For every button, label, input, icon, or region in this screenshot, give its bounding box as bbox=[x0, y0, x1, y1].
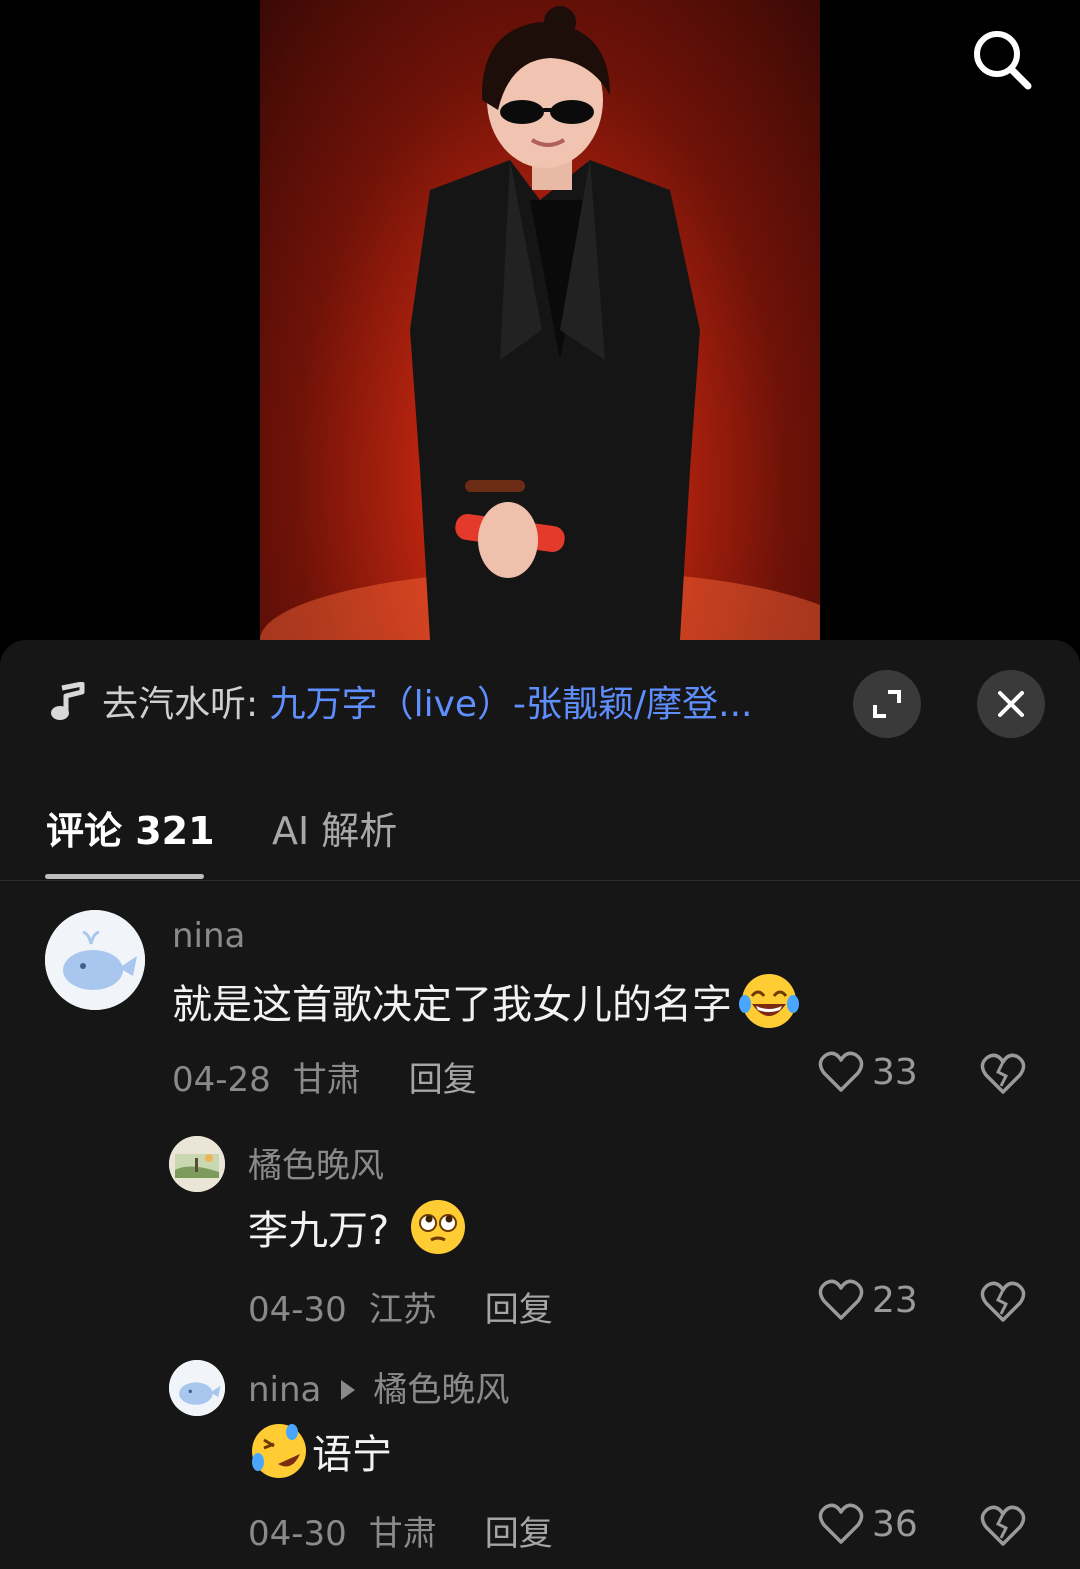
comment-text: 语宁 bbox=[248, 1416, 392, 1486]
comment-date: 04-30 bbox=[248, 1514, 347, 1554]
scenery-avatar-icon bbox=[169, 1136, 225, 1192]
broken-heart-icon bbox=[980, 1505, 1026, 1546]
comment-meta: 04-30 江苏 回复 bbox=[248, 1282, 575, 1331]
whale-avatar-icon bbox=[169, 1360, 225, 1416]
broken-heart-icon bbox=[980, 1281, 1026, 1322]
broken-heart-icon bbox=[980, 1053, 1026, 1094]
reply-button[interactable]: 回复 bbox=[485, 1514, 553, 1554]
music-prefix: 去汽水听: bbox=[102, 684, 270, 725]
heart-icon bbox=[818, 1503, 864, 1544]
reply-to-author[interactable]: 橘色晚风 bbox=[373, 1370, 509, 1410]
comment-date: 04-28 bbox=[172, 1060, 271, 1100]
comment-meta: 04-28 甘肃 回复 bbox=[172, 1052, 499, 1101]
like-button[interactable]: 36 bbox=[818, 1502, 918, 1546]
comment-item: nina 就是这首歌决定了我女儿的名字 04-28 甘肃 回复 33 bbox=[0, 902, 1080, 1112]
search-icon bbox=[974, 31, 1032, 90]
expand-button[interactable] bbox=[853, 670, 921, 738]
comment-text: 就是这首歌决定了我女儿的名字 bbox=[172, 966, 800, 1036]
avatar[interactable] bbox=[45, 910, 145, 1010]
heart-icon bbox=[818, 1051, 864, 1092]
comment-text: 李九万? bbox=[248, 1192, 469, 1262]
close-button[interactable] bbox=[977, 670, 1045, 738]
close-icon bbox=[998, 691, 1024, 717]
reply-to-arrow-icon bbox=[341, 1379, 356, 1400]
video-frame[interactable] bbox=[260, 0, 820, 640]
like-button[interactable]: 33 bbox=[818, 1050, 918, 1094]
comment-author[interactable]: nina bbox=[248, 1370, 321, 1410]
pleading-face-emoji-icon bbox=[411, 1200, 466, 1254]
video-player[interactable] bbox=[0, 0, 1080, 660]
comment-date: 04-30 bbox=[248, 1290, 347, 1330]
music-link-text[interactable]: 去汽水听: 九万字（live）-张靓颖/摩登... bbox=[102, 680, 822, 730]
whale-avatar-icon bbox=[45, 910, 145, 1010]
avatar[interactable] bbox=[169, 1360, 225, 1416]
comment-author[interactable]: 橘色晚风 bbox=[248, 1138, 384, 1187]
like-count: 23 bbox=[872, 1279, 918, 1321]
comment-text-content: 就是这首歌决定了我女儿的名字 bbox=[172, 982, 732, 1028]
like-count: 36 bbox=[872, 1503, 918, 1545]
comment-location: 甘肃 bbox=[292, 1060, 361, 1100]
heart-icon bbox=[818, 1279, 864, 1320]
search-button[interactable] bbox=[966, 24, 1038, 96]
comment-text-content: 语宁 bbox=[312, 1432, 392, 1478]
reply-header: nina 橘色晚风 bbox=[248, 1362, 509, 1411]
dislike-button[interactable] bbox=[980, 1052, 1026, 1100]
tab-ai-analysis[interactable]: AI 解析 bbox=[272, 800, 397, 855]
music-title-link[interactable]: 九万字（live）-张靓颖/摩登... bbox=[270, 684, 753, 725]
tab-active-indicator bbox=[45, 874, 204, 879]
comment-text-content: 李九万? bbox=[248, 1208, 390, 1254]
laughing-tears-emoji-icon bbox=[739, 974, 799, 1028]
dislike-button[interactable] bbox=[980, 1504, 1026, 1552]
like-count: 33 bbox=[872, 1051, 918, 1093]
expand-icon bbox=[873, 690, 901, 718]
avatar[interactable] bbox=[169, 1136, 225, 1192]
comment-meta: 04-30 甘肃 回复 bbox=[248, 1506, 575, 1555]
music-bar[interactable]: 去汽水听: 九万字（live）-张靓颖/摩登... bbox=[0, 640, 1080, 770]
reply-item: nina 橘色晚风 语宁 04-30 甘肃 回复 36 bbox=[0, 1358, 1080, 1568]
like-button[interactable]: 23 bbox=[818, 1278, 918, 1322]
reply-button[interactable]: 回复 bbox=[485, 1290, 553, 1330]
comment-author[interactable]: nina bbox=[172, 916, 245, 956]
comment-location: 甘肃 bbox=[368, 1514, 437, 1554]
performer-image bbox=[260, 6, 820, 640]
dislike-button[interactable] bbox=[980, 1280, 1026, 1328]
rolling-laughing-emoji-icon bbox=[252, 1424, 306, 1478]
music-note-icon bbox=[51, 682, 85, 720]
tab-comments[interactable]: 评论 321 bbox=[46, 800, 215, 855]
tab-bar: 评论 321 AI 解析 bbox=[0, 790, 1080, 881]
comments-sheet: 去汽水听: 九万字（live）-张靓颖/摩登... 评论 321 AI 解析 n… bbox=[0, 640, 1080, 1569]
comment-location: 江苏 bbox=[368, 1290, 437, 1330]
reply-item: 橘色晚风 李九万? 04-30 江苏 回复 23 bbox=[0, 1134, 1080, 1344]
reply-button[interactable]: 回复 bbox=[409, 1060, 477, 1100]
